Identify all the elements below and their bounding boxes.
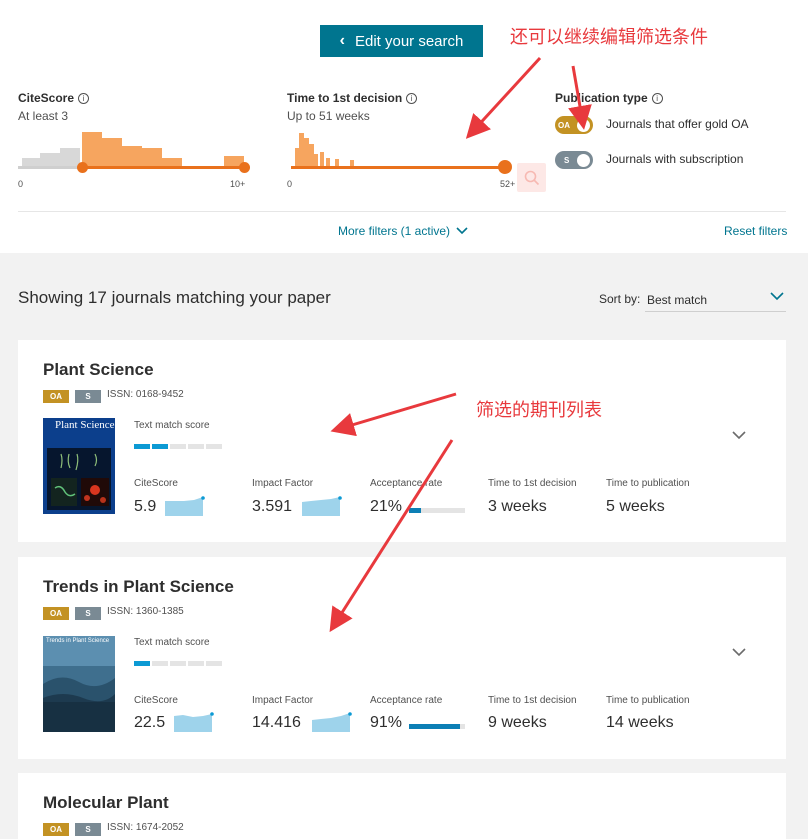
divider xyxy=(18,211,786,212)
acceptance-rate-bar xyxy=(409,724,465,729)
pubtype-title-text: Publication type xyxy=(555,91,648,105)
info-icon[interactable]: i xyxy=(78,92,90,104)
journal-issn: ISSN: 0168-9452 xyxy=(107,389,184,400)
sort-select[interactable]: Best match xyxy=(645,288,786,312)
journal-card[interactable]: Molecular Plant OA S ISSN: 1674-2052 xyxy=(18,773,786,839)
toggle-knob xyxy=(577,153,590,167)
oa-toggle-label: OA xyxy=(558,120,570,130)
info-icon[interactable]: i xyxy=(651,92,663,104)
journal-title[interactable]: Molecular Plant xyxy=(43,793,169,813)
decision-axis-max: 52+ xyxy=(500,179,516,189)
decision-track-active xyxy=(291,166,504,169)
impact-factor-value: 14.416 xyxy=(252,714,301,731)
sort-label: Sort by: xyxy=(599,292,641,306)
decision-filter-value: Up to 51 weeks xyxy=(287,109,370,123)
subscription-label: Journals with subscription xyxy=(606,152,744,166)
publication-time-value: 14 weeks xyxy=(606,714,674,731)
impact-sparkline xyxy=(312,712,352,732)
citescore-min-handle[interactable] xyxy=(77,162,88,173)
subscription-toggle[interactable]: S xyxy=(555,151,593,169)
text-match-score-bar xyxy=(134,661,222,666)
citescore-axis-max: 10+ xyxy=(230,179,246,189)
cover-title: Trends in Plant Science xyxy=(46,638,110,644)
cover-title: Plant Science xyxy=(55,419,115,431)
decision-time-value: 9 weeks xyxy=(488,714,547,731)
s-badge: S xyxy=(75,390,101,403)
annotation-edit-filters: 还可以继续编辑筛选条件 xyxy=(510,27,708,47)
journal-issn: ISSN: 1360-1385 xyxy=(107,606,184,617)
citescore-max-handle[interactable] xyxy=(239,162,250,173)
s-toggle-label: S xyxy=(564,155,570,165)
citescore-track-active xyxy=(82,166,244,169)
citescore-filter-title: CiteScore i xyxy=(18,91,90,105)
acceptance-rate-fill xyxy=(409,508,421,513)
info-icon[interactable]: i xyxy=(406,92,418,104)
decision-filter-title: Time to 1st decision i xyxy=(287,91,418,105)
citescore-axis-min: 0 xyxy=(18,179,24,189)
edit-search-label: Edit your search xyxy=(354,32,464,50)
annotation-journal-list: 筛选的期刊列表 xyxy=(476,400,602,420)
decision-axis-min: 0 xyxy=(287,179,293,189)
journal-title[interactable]: Plant Science xyxy=(43,360,154,380)
journal-cover: Trends in Plant Science xyxy=(43,636,115,732)
text-match-label: Text match score xyxy=(134,420,210,431)
edit-search-button[interactable]: ‹ Edit your search xyxy=(320,25,483,57)
acceptance-rate-bar xyxy=(409,508,465,513)
impact-sparkline xyxy=(302,496,342,516)
results-count: Showing 17 journals matching your paper xyxy=(18,288,331,307)
publication-time-value: 5 weeks xyxy=(606,498,665,515)
journal-card[interactable]: Plant Science OA S ISSN: 0168-9452 Plant… xyxy=(18,340,786,542)
decision-time-label: Time to 1st decision xyxy=(488,695,577,706)
chevron-down-icon xyxy=(770,292,784,301)
search-icon[interactable] xyxy=(517,163,546,192)
journal-issn: ISSN: 1674-2052 xyxy=(107,822,184,833)
s-badge: S xyxy=(75,823,101,836)
gold-oa-label: Journals that offer gold OA xyxy=(606,117,749,131)
decision-histogram xyxy=(295,133,354,166)
impact-factor-label: Impact Factor xyxy=(252,695,314,706)
s-badge: S xyxy=(75,607,101,620)
decision-time-value: 3 weeks xyxy=(488,498,547,515)
impact-factor-label: Impact Factor xyxy=(252,478,314,489)
text-match-label: Text match score xyxy=(134,637,210,648)
decision-title-text: Time to 1st decision xyxy=(287,91,403,105)
citescore-track-inactive xyxy=(18,166,82,169)
citescore-label: CiteScore xyxy=(134,478,178,489)
citescore-sparkline xyxy=(174,712,214,732)
text-match-score-bar xyxy=(134,444,222,449)
publication-time-label: Time to publication xyxy=(606,478,690,489)
journal-title[interactable]: Trends in Plant Science xyxy=(43,577,234,597)
chevron-down-icon[interactable] xyxy=(732,645,746,659)
citescore-sparkline xyxy=(165,496,205,516)
chevron-down-icon xyxy=(456,227,468,235)
citescore-value: 5.9 xyxy=(134,498,157,515)
acceptance-rate-value: 91% xyxy=(370,714,403,731)
impact-factor-value: 3.591 xyxy=(252,498,293,515)
toggle-knob xyxy=(577,118,590,132)
decision-time-label: Time to 1st decision xyxy=(488,478,577,489)
gold-oa-toggle[interactable]: OA xyxy=(555,116,593,134)
reset-filters-link[interactable]: Reset filters xyxy=(724,224,787,238)
oa-badge: OA xyxy=(43,390,69,403)
chevron-down-icon[interactable] xyxy=(732,428,746,442)
more-filters-link[interactable]: More filters (1 active) xyxy=(338,224,468,238)
acceptance-rate-fill xyxy=(409,724,460,729)
pubtype-filter-title: Publication type i xyxy=(555,91,663,105)
sort-value: Best match xyxy=(647,292,708,307)
oa-badge: OA xyxy=(43,607,69,620)
acceptance-rate-value: 21% xyxy=(370,498,403,515)
acceptance-rate-label: Acceptance rate xyxy=(370,695,443,706)
journal-cover: Plant Science xyxy=(43,418,115,514)
citescore-value: 22.5 xyxy=(134,714,166,731)
acceptance-rate-label: Acceptance rate xyxy=(370,478,443,489)
citescore-filter-value: At least 3 xyxy=(18,109,69,123)
citescore-title-text: CiteScore xyxy=(18,91,75,105)
journal-card[interactable]: Trends in Plant Science OA S ISSN: 1360-… xyxy=(18,557,786,759)
more-filters-text: More filters (1 active) xyxy=(338,224,451,238)
decision-max-handle[interactable] xyxy=(498,160,512,174)
publication-time-label: Time to publication xyxy=(606,695,690,706)
chevron-left-icon: ‹ xyxy=(339,32,345,49)
oa-badge: OA xyxy=(43,823,69,836)
citescore-label: CiteScore xyxy=(134,695,178,706)
